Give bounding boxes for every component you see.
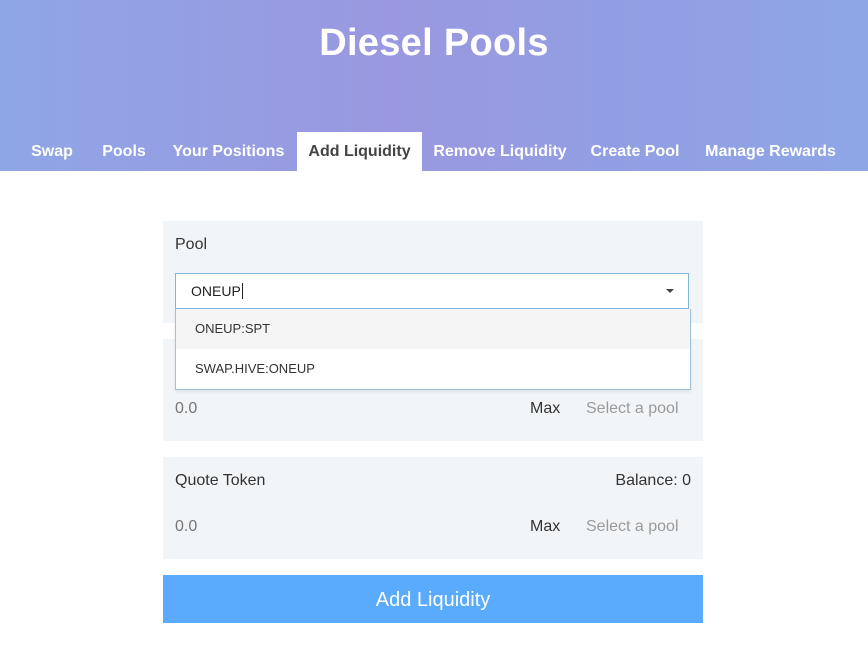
nav-tabs: Swap Pools Your Positions Add Liquidity … [0,132,868,171]
quote-max-button[interactable]: Max [530,518,560,536]
tab-add-liquidity[interactable]: Add Liquidity [297,132,422,171]
tab-swap[interactable]: Swap [17,132,87,171]
pool-option[interactable]: ONEUP:SPT [176,309,690,349]
base-token-selector[interactable]: Select a pool [586,400,679,418]
pool-label: Pool [175,236,208,253]
quote-amount-input[interactable] [175,518,475,536]
header-banner: Diesel Pools Swap Pools Your Positions A… [0,0,868,171]
quote-balance: Balance: 0 [615,472,691,489]
text-cursor [241,283,243,299]
pool-select-input[interactable]: ONEUP [175,273,689,309]
quote-token-selector[interactable]: Select a pool [586,518,679,536]
base-amount-input[interactable] [175,400,475,418]
pool-dropdown-menu: ONEUP:SPT SWAP.HIVE:ONEUP [175,309,691,390]
tab-remove-liquidity[interactable]: Remove Liquidity [423,132,577,171]
tab-your-positions[interactable]: Your Positions [161,132,296,171]
chevron-down-icon[interactable] [666,289,674,293]
pool-typed-text: ONEUP [191,283,241,299]
tab-create-pool[interactable]: Create Pool [578,132,692,171]
pool-select-value: ONEUP [191,283,243,299]
quote-token-card: Quote Token Balance: 0 Max Select a pool [163,457,703,559]
pool-option[interactable]: SWAP.HIVE:ONEUP [176,349,690,389]
tab-pools[interactable]: Pools [88,132,160,171]
page-title: Diesel Pools [319,22,549,64]
base-max-button[interactable]: Max [530,400,560,418]
tab-manage-rewards[interactable]: Manage Rewards [693,132,848,171]
add-liquidity-button[interactable]: Add Liquidity [163,575,703,623]
quote-token-label: Quote Token [175,472,266,489]
